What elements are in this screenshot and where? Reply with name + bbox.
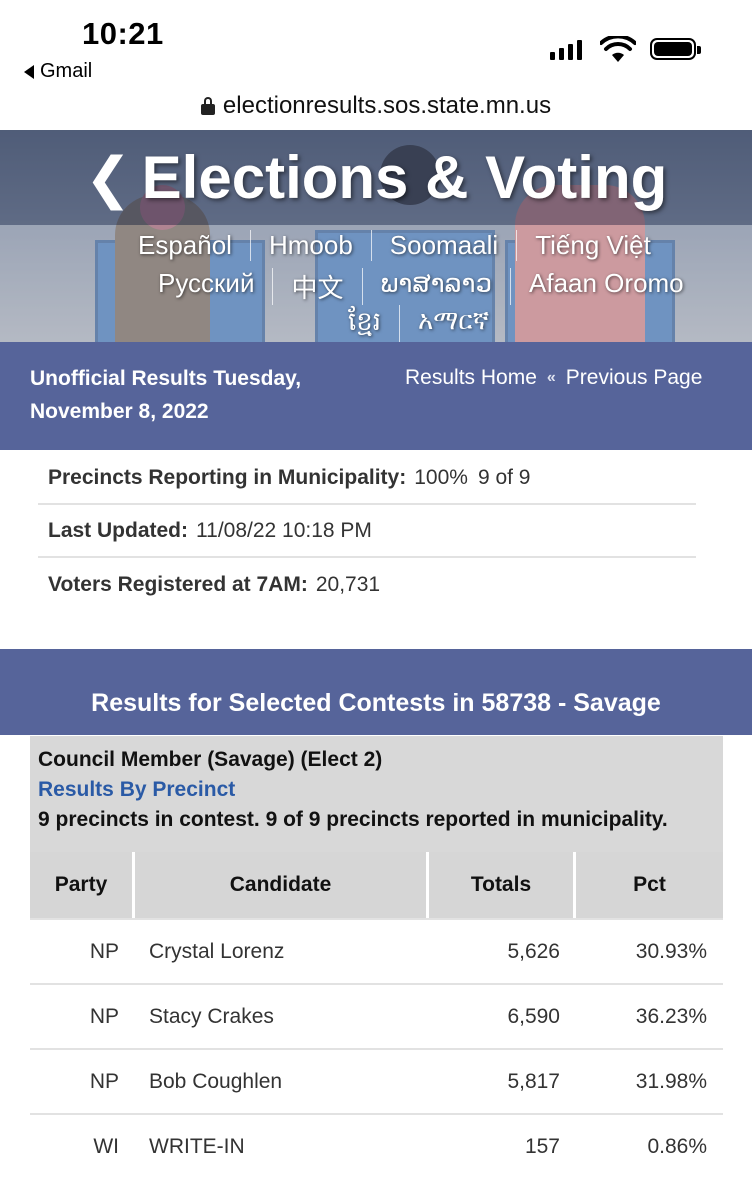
language-links: Español Hmoob Soomaali Tiếng Việt Русски… [0,225,752,342]
address-bar[interactable]: electionresults.sos.state.mn.us [0,84,752,128]
party-cell: WI [93,1134,119,1158]
party-cell: NP [89,1004,119,1028]
col-pct: Pct [633,873,666,896]
party-cell: NP [89,1069,119,1093]
results-home-link[interactable]: Results Home [405,366,537,390]
lang-link-vietnamese[interactable]: Tiếng Việt [516,230,669,261]
lock-icon [200,97,215,115]
registered-value: 20,731 [315,572,381,596]
candidate-cell: Crystal Lorenz [149,939,285,963]
col-totals: Totals [429,852,576,918]
precincts-count: 9 of 9 [477,465,531,489]
clock: 10:21 [82,16,164,51]
lang-link-spanish[interactable]: Español [120,230,250,261]
lang-link-amharic[interactable]: አማርኛ [399,305,507,342]
lang-link-lao[interactable]: ພາສາລາວ [361,268,511,305]
table-row: NP Crystal Lorenz 5,626 30.93% [30,918,723,983]
party-cell: NP [89,939,119,963]
battery-icon [650,38,701,60]
contest-header: Council Member (Savage) (Elect 2) Result… [30,736,723,852]
candidate-cell: WRITE-IN [149,1134,245,1158]
back-app-label: Gmail [40,60,93,82]
chevron-left-icon[interactable]: ❮ [85,145,132,211]
col-candidate: Candidate [135,852,429,918]
updated-label: Last Updated: [48,518,189,542]
results-date-title: Unofficial Results Tuesday, November 8, … [30,367,302,423]
site-banner: ❮ Elections & Voting Español Hmoob Sooma… [0,130,752,342]
lang-link-chinese[interactable]: 中文 [272,268,361,305]
precinct-note: 9 precincts in contest. 9 of 9 precincts… [38,808,668,831]
results-section-header: Results for Selected Contests in 58738 -… [0,649,752,735]
table-row: NP Bob Coughlen 5,817 31.98% [30,1048,723,1113]
lang-link-khmer[interactable]: ខ្មែរ [330,305,399,342]
results-nav-bar: Unofficial Results Tuesday, November 8, … [0,342,752,450]
results-by-precinct-link[interactable]: Results By Precinct [38,778,715,802]
table-row: WI WRITE-IN 157 0.86% [30,1113,723,1178]
municipality-info: Precincts Reporting in Municipality: 100… [38,452,696,611]
totals-cell: 157 [524,1134,560,1158]
precincts-label: Precincts Reporting in Municipality: [48,465,407,489]
double-chevron-left-icon: « [546,369,556,386]
results-table: Party Candidate Totals Pct NP Crystal Lo… [30,852,723,1178]
site-title: Elections & Voting [141,144,668,211]
last-updated-row: Last Updated: 11/08/22 10:18 PM [38,505,696,558]
lang-link-somali[interactable]: Soomaali [370,230,516,261]
previous-page-link[interactable]: Previous Page [566,366,703,390]
pct-cell: 30.93% [635,939,707,963]
totals-cell: 5,817 [507,1069,560,1093]
pct-cell: 36.23% [635,1004,707,1028]
voters-registered-row: Voters Registered at 7AM: 20,731 [38,558,696,611]
wifi-icon [600,36,636,62]
table-row: NP Stacy Crakes 6,590 36.23% [30,983,723,1048]
precincts-reporting-row: Precincts Reporting in Municipality: 100… [38,452,696,505]
precincts-pct: 100% [414,465,468,489]
candidate-cell: Stacy Crakes [149,1004,274,1028]
totals-cell: 5,626 [507,939,560,963]
back-to-app-button[interactable]: Gmail [24,60,92,83]
lang-link-russian[interactable]: Русский [140,268,272,305]
pct-cell: 0.86% [647,1134,707,1158]
candidate-cell: Bob Coughlen [149,1069,283,1093]
totals-cell: 6,590 [507,1004,560,1028]
back-triangle-icon [24,64,34,79]
cellular-signal-icon [550,40,582,60]
col-party: Party [30,852,135,918]
banner-title-row: ❮ Elections & Voting [0,130,752,225]
contest-name: Council Member (Savage) (Elect 2) [38,748,383,771]
pct-cell: 31.98% [635,1069,707,1093]
table-header: Party Candidate Totals Pct [30,852,723,918]
lang-link-hmong[interactable]: Hmoob [249,230,371,261]
registered-label: Voters Registered at 7AM: [48,572,308,596]
status-bar: 10:21 Gmail [0,0,752,92]
lang-link-oromo[interactable]: Afaan Oromo [510,268,702,305]
updated-value: 11/08/22 10:18 PM [196,518,372,542]
url-text: electionresults.sos.state.mn.us [222,92,552,119]
